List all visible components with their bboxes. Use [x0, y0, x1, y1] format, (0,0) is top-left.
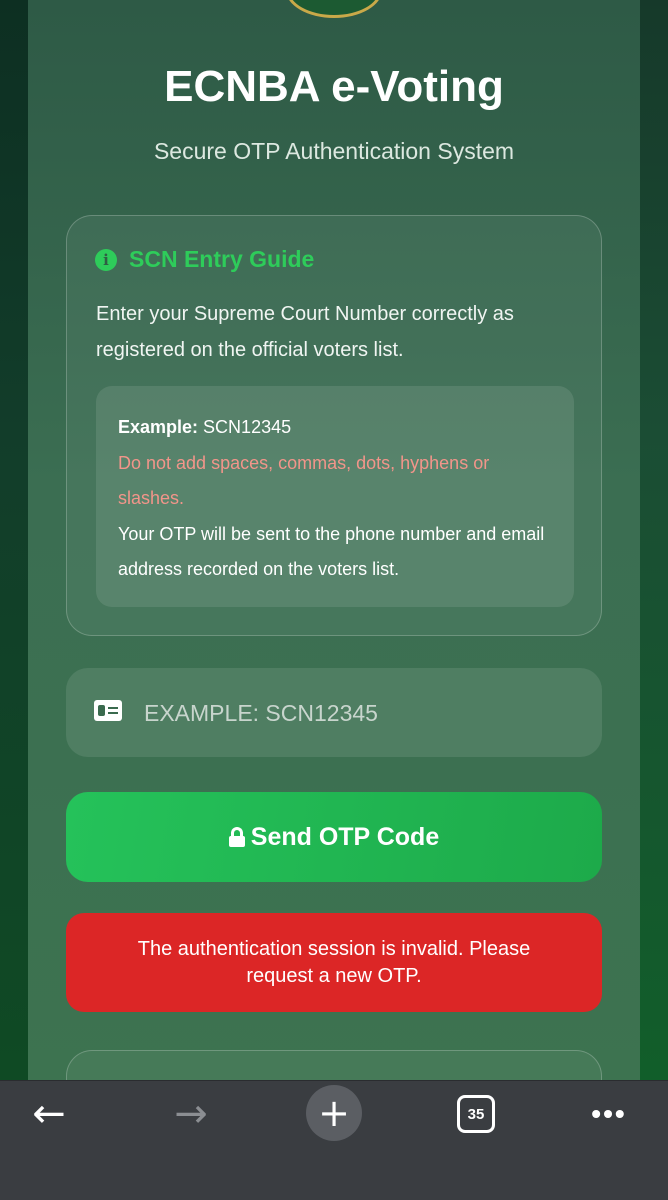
id-card-icon	[94, 700, 122, 721]
ecnba-logo	[286, 0, 382, 18]
format-warning: Do not add spaces, commas, dots, hyphens…	[118, 452, 490, 509]
guide-heading-text: SCN Entry Guide	[129, 246, 315, 272]
page: ECNBA e-Voting Secure OTP Authentication…	[0, 0, 668, 1200]
background-left-edge	[0, 0, 28, 1080]
example-box: Example: SCN12345 Do not add spaces, com…	[96, 386, 574, 607]
next-section-card	[66, 1050, 602, 1080]
guide-heading: i SCN Entry Guide	[95, 246, 314, 273]
login-card: ECNBA e-Voting Secure OTP Authentication…	[28, 0, 640, 1080]
error-alert: The authentication session is invalid. P…	[66, 913, 602, 1012]
plus-icon: +	[306, 1085, 362, 1141]
example-label: Example:	[118, 417, 199, 437]
scn-input[interactable]	[144, 688, 574, 738]
more-options-button[interactable]: •••	[584, 1081, 634, 1147]
back-arrow-icon: ←	[32, 1091, 66, 1137]
new-tab-button[interactable]: +	[306, 1085, 362, 1141]
scn-entry-guide: i SCN Entry Guide Enter your Supreme Cou…	[66, 215, 602, 636]
more-options-icon: •••	[591, 1098, 627, 1129]
page-subtitle: Secure OTP Authentication System	[153, 138, 515, 164]
otp-delivery-note: Your OTP will be sent to the phone numbe…	[118, 523, 545, 580]
send-otp-button[interactable]: Send OTP Code	[66, 792, 602, 882]
tab-count-badge: 35	[457, 1095, 495, 1133]
tabs-button[interactable]: 35	[456, 1081, 496, 1147]
example-value: SCN12345	[198, 417, 292, 437]
forward-button[interactable]: →	[160, 1081, 222, 1147]
forward-arrow-icon: →	[174, 1091, 208, 1137]
example-line: Example: SCN12345	[118, 410, 552, 446]
back-button[interactable]: ←	[18, 1081, 80, 1147]
browser-toolbar: ← → + 35 •••	[0, 1080, 668, 1200]
guide-intro: Enter your Supreme Court Number correctl…	[96, 303, 514, 361]
error-message: The authentication session is invalid. P…	[137, 937, 531, 987]
scn-input-wrapper	[66, 668, 602, 757]
info-icon: i	[95, 248, 117, 271]
send-otp-label: Send OTP Code	[250, 822, 440, 851]
background-right-edge	[640, 0, 668, 1080]
lock-icon	[228, 827, 245, 847]
page-title: ECNBA e-Voting	[164, 62, 504, 111]
